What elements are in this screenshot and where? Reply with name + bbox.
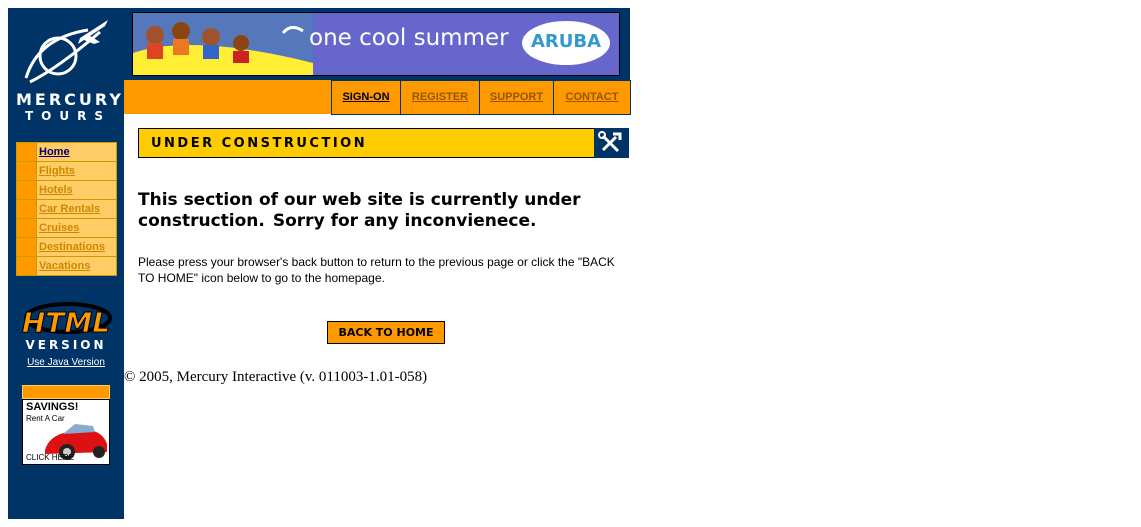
- support-link[interactable]: SUPPORT: [480, 81, 554, 114]
- nav-bullet: [17, 257, 37, 275]
- car-rental-ad[interactable]: SAVINGS! Rent A Car CLICK HERE: [22, 399, 110, 465]
- html-version-badge: HTML VERSION: [18, 298, 114, 352]
- heading-line-2a: construction.: [138, 211, 265, 231]
- nav-bullet: [17, 238, 37, 256]
- people-on-raft-icon: [133, 13, 313, 75]
- sidebar-item-label[interactable]: Cruises: [37, 219, 116, 237]
- top-nav-links: SIGN-ON REGISTER SUPPORT CONTACT: [331, 80, 631, 115]
- logo-line-1: MERCURY: [16, 90, 124, 109]
- ad-cta: CLICK HERE: [26, 453, 75, 462]
- sidebar-item-hotels[interactable]: Hotels: [17, 180, 116, 199]
- sidebar: MERCURY TOURS Home Flights Hotels Car Re…: [8, 8, 124, 519]
- tools-icon: [594, 128, 629, 158]
- nav-bullet: [17, 162, 37, 180]
- contact-link[interactable]: CONTACT: [554, 81, 631, 114]
- aruba-banner[interactable]: one cool summer ARUBA: [132, 12, 620, 76]
- apology-text: Sorry for any inconvienece.: [272, 211, 537, 231]
- construction-heading: This section of our web site is currentl…: [138, 190, 628, 232]
- sidebar-item-label[interactable]: Car Rentals: [37, 200, 116, 218]
- use-java-version-link[interactable]: Use Java Version: [8, 357, 124, 368]
- sidebar-item-label[interactable]: Hotels: [37, 181, 116, 199]
- sidebar-item-car-rentals[interactable]: Car Rentals: [17, 199, 116, 218]
- mercury-tours-logo[interactable]: MERCURY TOURS: [8, 8, 124, 138]
- sidebar-item-home[interactable]: Home: [17, 143, 116, 161]
- section-title: UNDER CONSTRUCTION: [151, 136, 368, 151]
- sidebar-item-label[interactable]: Vacations: [37, 257, 116, 275]
- sidebar-item-label[interactable]: Destinations: [37, 238, 116, 256]
- nav-bullet: [17, 200, 37, 218]
- airplane-logo-icon: [24, 20, 108, 84]
- register-link[interactable]: REGISTER: [401, 81, 480, 114]
- aruba-logo-text: ARUBA: [530, 31, 602, 52]
- nav-bullet: [17, 143, 37, 161]
- sidebar-item-destinations[interactable]: Destinations: [17, 237, 116, 256]
- back-to-home-button[interactable]: BACK TO HOME: [327, 321, 445, 344]
- heading-line-1: This section of our web site is currentl…: [138, 190, 581, 210]
- nav-bullet: [17, 219, 37, 237]
- sidebar-nav: Home Flights Hotels Car Rentals Cruises …: [16, 142, 117, 276]
- html-badge-text: HTML: [22, 306, 110, 339]
- version-badge-text: VERSION: [25, 338, 106, 352]
- sidebar-item-label[interactable]: Flights: [37, 162, 116, 180]
- banner-slogan: one cool summer: [309, 25, 509, 51]
- nav-bullet: [17, 181, 37, 199]
- sidebar-item-vacations[interactable]: Vacations: [17, 256, 116, 275]
- sidebar-item-cruises[interactable]: Cruises: [17, 218, 116, 237]
- sidebar-item-label[interactable]: Home: [37, 143, 116, 161]
- ad-header-bar: [22, 385, 110, 399]
- heading-line-2: construction. Sorry for any inconvienece.: [138, 211, 628, 232]
- instructions-text: Please press your browser's back button …: [138, 255, 615, 285]
- logo-line-2: TOURS: [24, 109, 111, 123]
- sign-on-link[interactable]: SIGN-ON: [332, 81, 401, 114]
- aruba-logo: ARUBA: [522, 21, 610, 65]
- section-title-bar: UNDER CONSTRUCTION: [138, 128, 596, 158]
- copyright-text: © 2005, Mercury Interactive (v. 011003-1…: [124, 369, 428, 385]
- sidebar-item-flights[interactable]: Flights: [17, 161, 116, 180]
